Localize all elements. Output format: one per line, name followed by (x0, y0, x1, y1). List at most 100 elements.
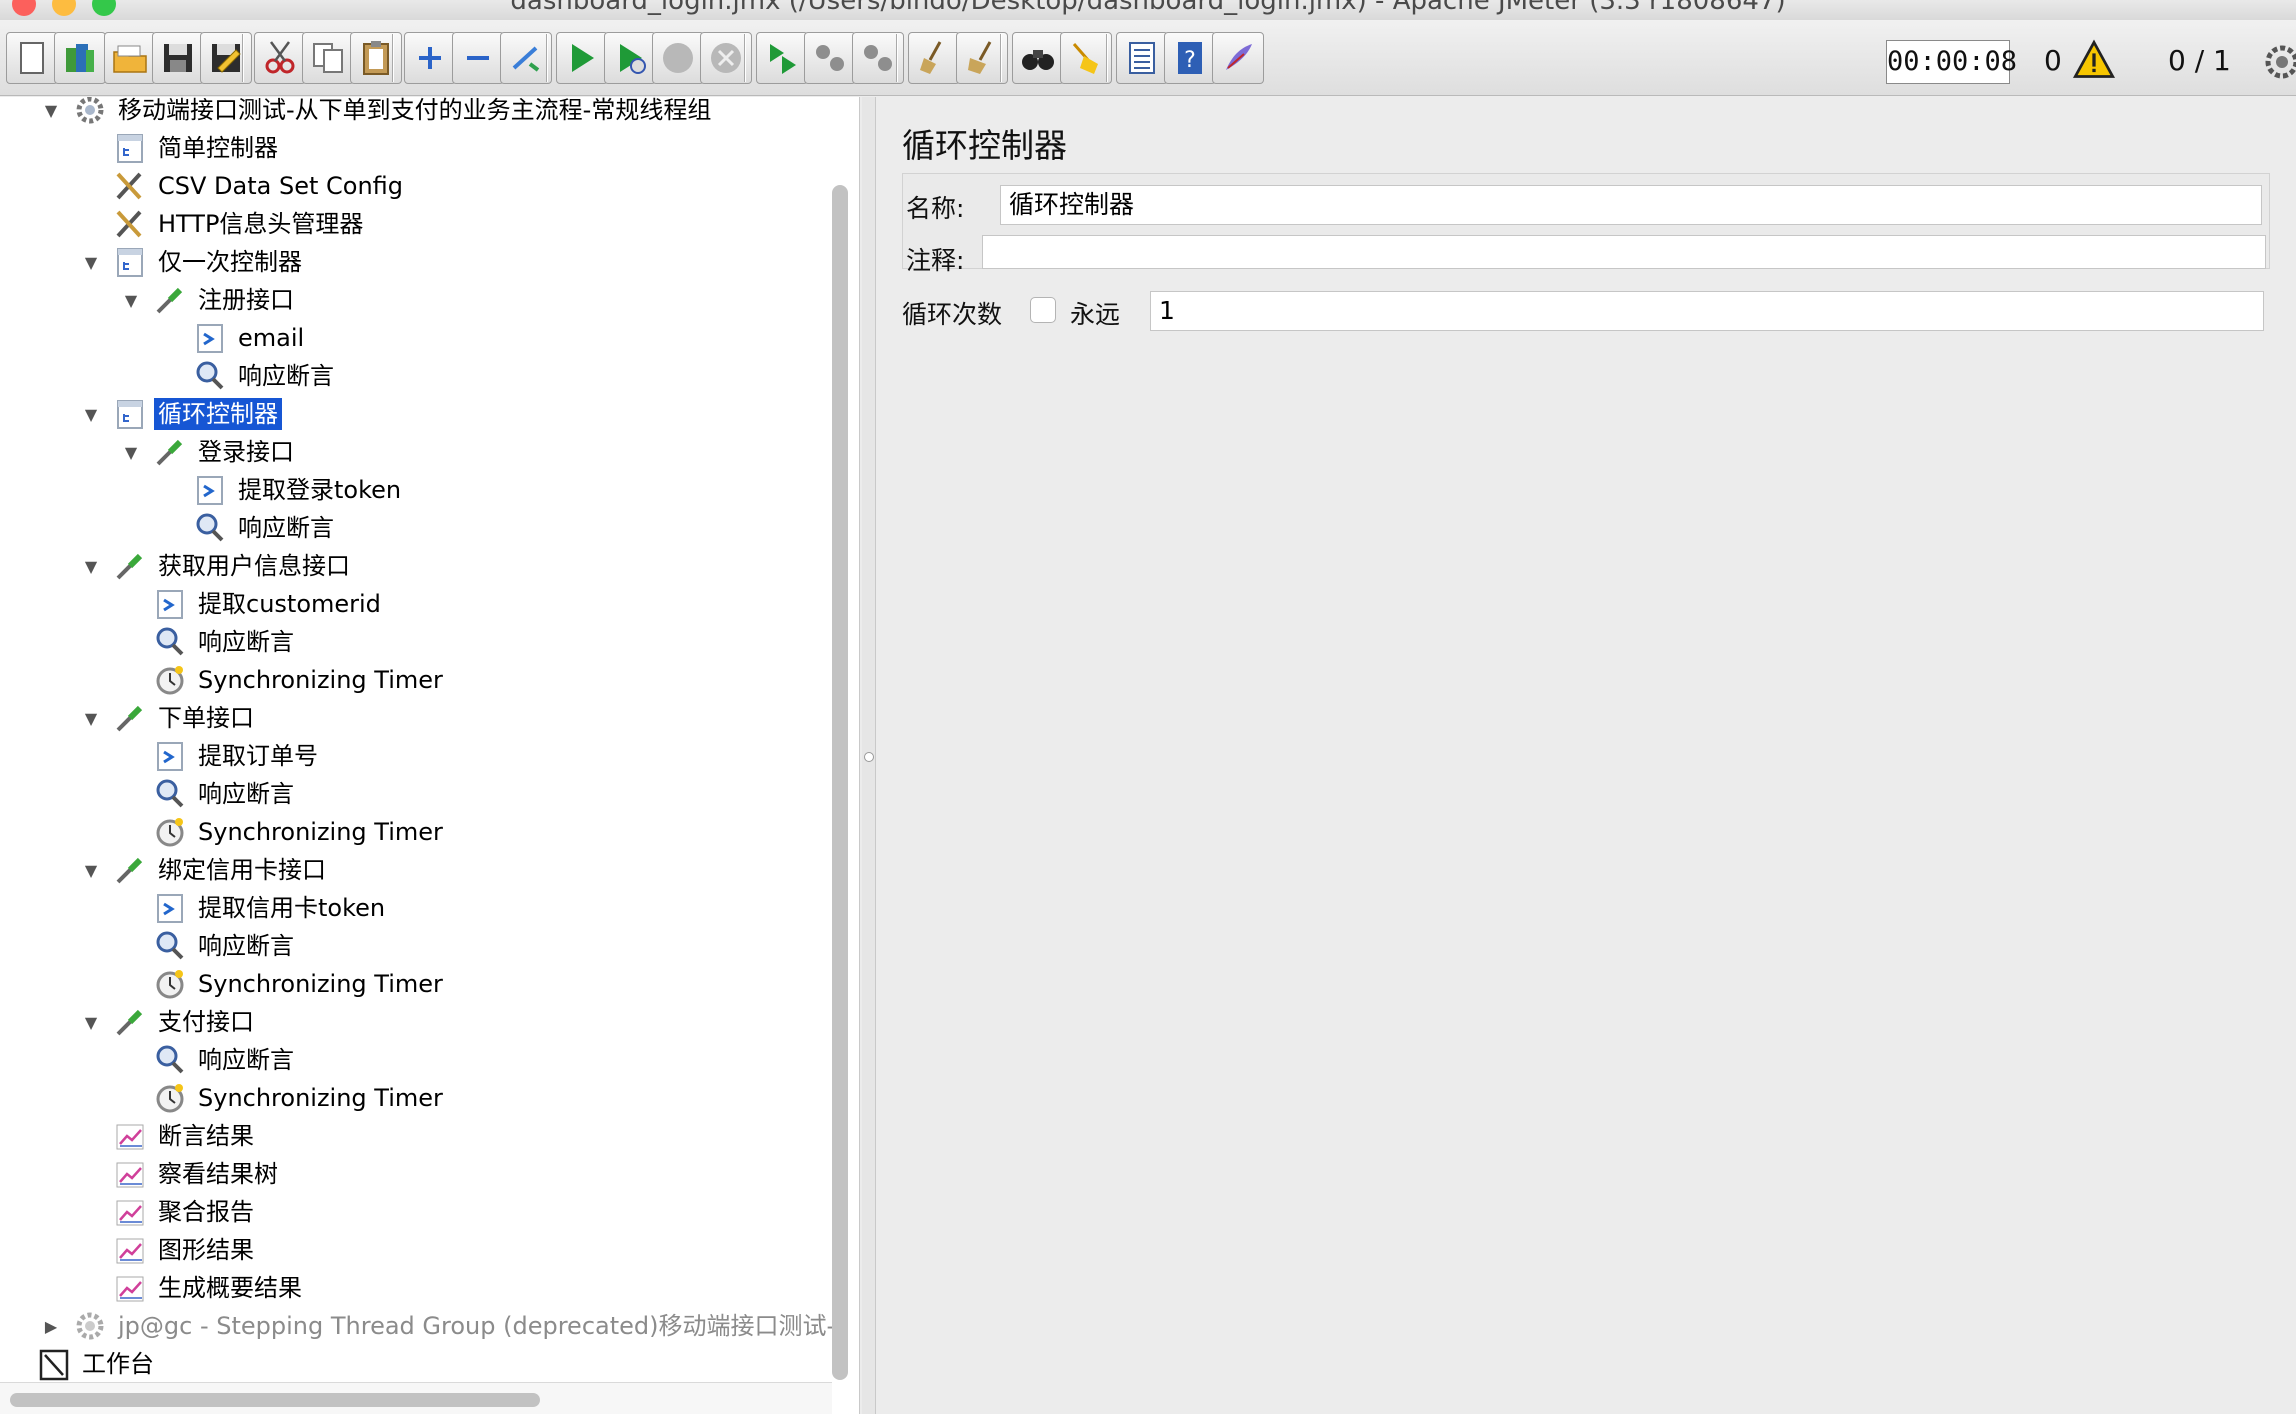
expand-triangle-icon[interactable]: ▼ (80, 859, 102, 881)
splitter-handle[interactable] (864, 752, 874, 762)
templates-button[interactable] (54, 32, 106, 84)
forever-label: 永远 (1070, 300, 1121, 329)
tree-node-csv-config[interactable]: CSV Data Set Config (112, 167, 407, 205)
tree-node-thread-group[interactable]: ▼ 移动端接口测试-从下单到支付的业务主流程-常规线程组 (45, 97, 715, 129)
tree-node-payment-sampler[interactable]: ▼ 支付接口 (85, 1003, 258, 1041)
tree-node-sync-timer[interactable]: Synchronizing Timer (152, 661, 447, 699)
open-button[interactable] (104, 32, 156, 84)
tree-node-label: Synchronizing Timer (198, 1084, 443, 1112)
templates-icon (66, 44, 94, 72)
tree-node-order-sampler[interactable]: ▼ 下单接口 (85, 699, 258, 737)
tree-node-label: 图形结果 (158, 1236, 254, 1264)
stop-button[interactable] (652, 32, 704, 84)
expand-triangle-icon[interactable]: ▼ (80, 403, 102, 425)
tree-node-sync-timer[interactable]: Synchronizing Timer (152, 813, 447, 851)
tree-node-user-info-sampler[interactable]: ▼ 获取用户信息接口 (85, 547, 354, 585)
tree-node-register-sampler[interactable]: ▼ 注册接口 (125, 281, 298, 319)
tree-node-login-sampler[interactable]: ▼ 登录接口 (125, 433, 298, 471)
toggle-button[interactable] (500, 32, 552, 84)
tree-node-once-only-controller[interactable]: ▼ 仅一次控制器 (85, 243, 306, 281)
help-button[interactable]: ? (1164, 32, 1216, 84)
tree-node-workbench[interactable]: 工作台 (36, 1345, 158, 1383)
new-file-icon (20, 42, 44, 74)
binoculars-icon (1022, 50, 1054, 70)
broom-icon (920, 41, 942, 74)
save-disk-icon (164, 44, 192, 72)
tree-node-http-header-manager[interactable]: HTTP信息头管理器 (112, 205, 367, 243)
expand-triangle-icon[interactable]: ▼ (80, 1011, 102, 1033)
tree-node-assertion-results[interactable]: 断言结果 (112, 1117, 258, 1155)
clear-button[interactable] (908, 32, 960, 84)
tree-node-summary-results[interactable]: 生成概要结果 (112, 1269, 306, 1307)
tree-node-card-token-extractor[interactable]: 提取信用卡token (152, 889, 389, 927)
remote-gear-icon[interactable] (2262, 42, 2296, 82)
tree-node-sync-timer[interactable]: Synchronizing Timer (152, 965, 447, 1003)
tree-node-label: 提取customerid (198, 590, 381, 618)
expand-triangle-icon[interactable]: ▼ (80, 251, 102, 273)
tree-node-stepping-thread-group[interactable]: ▶ jp@gc - Stepping Thread Group (depreca… (45, 1307, 839, 1345)
forever-checkbox[interactable] (1030, 297, 1056, 323)
tree-node-customerid-extractor[interactable]: 提取customerid (152, 585, 385, 623)
tree-node-loop-controller[interactable]: ▼ 循环控制器 (85, 395, 282, 433)
tree-node-assertion[interactable]: 响应断言 (192, 509, 338, 547)
tree-node-email-extractor[interactable]: email (192, 319, 308, 357)
tree-node-sync-timer[interactable]: Synchronizing Timer (152, 1079, 447, 1117)
collapsed-triangle-icon[interactable]: ▶ (40, 1315, 62, 1337)
loop-count-input[interactable]: 1 (1150, 291, 2264, 331)
expand-triangle-icon[interactable]: ▼ (40, 99, 62, 121)
tree-node-aggregate-report[interactable]: 聚合报告 (112, 1193, 258, 1231)
tree-horizontal-scrollbar[interactable] (10, 1393, 540, 1407)
tree-node-assertion[interactable]: 响应断言 (192, 357, 338, 395)
function-helper-button[interactable] (1116, 32, 1168, 84)
tree-node-graph-results[interactable]: 图形结果 (112, 1231, 258, 1269)
save-as-button[interactable] (200, 32, 252, 84)
remote-stop-all-button[interactable] (804, 32, 856, 84)
tree-node-assertion[interactable]: 响应断言 (152, 1041, 298, 1079)
tree-node-view-results-tree[interactable]: 察看结果树 (112, 1155, 282, 1193)
tree-node-order-extractor[interactable]: 提取订单号 (152, 737, 322, 775)
warning-icon[interactable] (2072, 38, 2116, 82)
tree-node-token-extractor[interactable]: 提取登录token (192, 471, 405, 509)
tree-node-simple-controller[interactable]: 简单控制器 (112, 129, 282, 167)
toolbar: ? 00:00:08 0 0 / 1 (0, 20, 2296, 96)
tree-node-bind-card-sampler[interactable]: ▼ 绑定信用卡接口 (85, 851, 330, 889)
tree-node-assertion[interactable]: 响应断言 (152, 775, 298, 813)
test-plan-tree[interactable]: ▼ 移动端接口测试-从下单到支付的业务主流程-常规线程组 简单控制器 CSV D… (0, 97, 860, 1414)
cut-button[interactable] (254, 32, 306, 84)
assertion-magnifier-icon (152, 1042, 188, 1078)
remote-shutdown-icon (864, 45, 892, 71)
tree-node-label: 下单接口 (158, 704, 254, 732)
tree-node-label: Synchronizing Timer (198, 666, 443, 694)
new-button[interactable] (6, 32, 58, 84)
expand-all-button[interactable] (404, 32, 456, 84)
expand-triangle-icon[interactable]: ▼ (80, 707, 102, 729)
search-button[interactable] (1012, 32, 1064, 84)
controller-icon (112, 130, 148, 166)
post-processor-icon (152, 738, 188, 774)
reset-search-button[interactable] (1060, 32, 1112, 84)
save-button[interactable] (152, 32, 204, 84)
expand-triangle-icon[interactable]: ▼ (120, 441, 142, 463)
tree-node-assertion[interactable]: 响应断言 (152, 927, 298, 965)
broom-all-icon (968, 41, 992, 74)
expand-triangle-icon[interactable]: ▼ (120, 289, 142, 311)
collapse-all-button[interactable] (452, 32, 504, 84)
tree-vertical-scrollbar[interactable] (832, 185, 848, 1380)
logger-button[interactable] (1212, 32, 1264, 84)
paste-button[interactable] (350, 32, 402, 84)
timer-clock-icon (152, 1080, 188, 1116)
toolbar-separator (1106, 34, 1108, 82)
tree-node-assertion[interactable]: 响应断言 (152, 623, 298, 661)
expand-triangle-icon[interactable]: ▼ (80, 555, 102, 577)
tree-node-label: 提取信用卡token (198, 894, 386, 922)
name-label: 名称: (906, 194, 965, 223)
comment-input[interactable] (982, 235, 2266, 269)
name-input[interactable]: 循环控制器 (1000, 185, 2262, 225)
toolbar-separator (546, 34, 548, 82)
remote-start-all-button[interactable] (756, 32, 808, 84)
copy-button[interactable] (302, 32, 354, 84)
start-button[interactable] (556, 32, 608, 84)
tree-node-label: 响应断言 (238, 514, 334, 542)
pane-splitter[interactable] (862, 97, 876, 1414)
start-no-pauses-button[interactable] (604, 32, 656, 84)
